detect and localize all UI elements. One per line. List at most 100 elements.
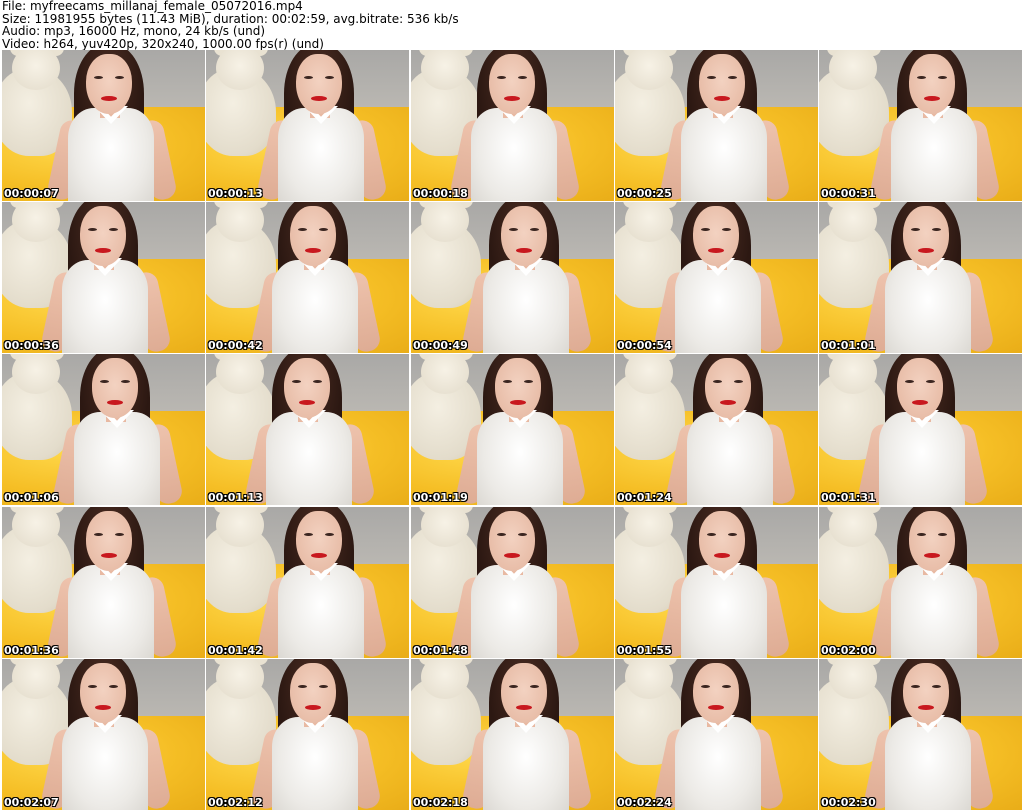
person-eye xyxy=(911,685,920,688)
person-eye xyxy=(100,380,109,383)
thumbnail-timestamp: 00:01:13 xyxy=(208,491,263,504)
person-eye xyxy=(707,533,716,536)
file-name-line: File: myfreecams_millanaj_female_0507201… xyxy=(2,0,303,13)
person-face xyxy=(909,54,955,114)
video-thumbnail: 00:00:31 xyxy=(819,50,1022,201)
thumbnail-timestamp: 00:02:30 xyxy=(821,796,876,809)
video-thumbnail: 00:02:07 xyxy=(2,659,205,810)
thumbnail-timestamp: 00:00:36 xyxy=(4,339,59,352)
video-thumbnail: 00:01:31 xyxy=(819,354,1022,505)
person-eye xyxy=(926,380,935,383)
person-eye xyxy=(497,533,506,536)
thumbnail-timestamp: 00:02:00 xyxy=(821,644,876,657)
person-eye xyxy=(530,685,539,688)
person-face xyxy=(705,358,751,418)
red-lips xyxy=(101,96,117,101)
file-info-header: File: myfreecams_millanaj_female_0507201… xyxy=(2,0,1022,50)
thumbnail-timestamp: 00:00:54 xyxy=(617,339,672,352)
person-eye xyxy=(701,685,710,688)
person-face xyxy=(489,54,535,114)
thumbnail-timestamp: 00:00:13 xyxy=(208,187,263,200)
thumbnail-timestamp: 00:01:36 xyxy=(4,644,59,657)
person-eye xyxy=(938,76,947,79)
video-thumbnail: 00:00:07 xyxy=(2,50,205,201)
person-eye xyxy=(701,228,710,231)
thumbnail-timestamp: 00:00:07 xyxy=(4,187,59,200)
video-thumbnail: 00:00:25 xyxy=(615,50,818,201)
red-lips xyxy=(918,705,934,710)
person-face xyxy=(909,511,955,571)
person-face xyxy=(903,206,949,266)
thumbnail-timestamp: 00:01:06 xyxy=(4,491,59,504)
person-eye xyxy=(728,76,737,79)
thumbnail-timestamp: 00:02:12 xyxy=(208,796,263,809)
red-lips xyxy=(720,400,736,405)
person-face xyxy=(284,358,330,418)
video-thumbnail: 00:01:42 xyxy=(206,507,409,658)
contact-sheet: File: myfreecams_millanaj_female_0507201… xyxy=(0,0,1024,811)
video-thumbnail: 00:02:30 xyxy=(819,659,1022,810)
red-lips xyxy=(504,96,520,101)
person-eye xyxy=(497,76,506,79)
person-face xyxy=(699,511,745,571)
person-face xyxy=(296,511,342,571)
video-thumbnail: 00:01:48 xyxy=(411,507,614,658)
thumbnail-timestamp: 00:00:25 xyxy=(617,187,672,200)
red-lips xyxy=(708,248,724,253)
person-eye xyxy=(728,533,737,536)
video-thumbnail: 00:00:49 xyxy=(411,202,614,353)
video-thumbnail: 00:00:54 xyxy=(615,202,818,353)
person-face xyxy=(693,206,739,266)
person-eye xyxy=(304,533,313,536)
red-lips xyxy=(924,96,940,101)
thumbnail-timestamp: 00:00:49 xyxy=(413,339,468,352)
video-thumbnail: 00:01:36 xyxy=(2,507,205,658)
person-face xyxy=(501,663,547,723)
person-face xyxy=(489,511,535,571)
thumbnail-timestamp: 00:01:42 xyxy=(208,644,263,657)
person-eye xyxy=(713,380,722,383)
thumbnail-timestamp: 00:00:31 xyxy=(821,187,876,200)
thumbnail-timestamp: 00:02:18 xyxy=(413,796,468,809)
person-eye xyxy=(319,685,328,688)
red-lips xyxy=(714,96,730,101)
person-eye xyxy=(88,685,97,688)
person-eye xyxy=(524,380,533,383)
person-face xyxy=(903,663,949,723)
video-thumbnail: 00:00:42 xyxy=(206,202,409,353)
video-thumbnail: 00:02:18 xyxy=(411,659,614,810)
person-face xyxy=(290,663,336,723)
red-lips xyxy=(305,248,321,253)
person-face xyxy=(290,206,336,266)
thumbnail-grid: 00:00:07 00:00:13 00:00:18 00:00:25 00:00:31… xyxy=(2,50,1022,810)
thumbnail-timestamp: 00:01:55 xyxy=(617,644,672,657)
video-thumbnail: 00:01:24 xyxy=(615,354,818,505)
video-thumbnail: 00:01:01 xyxy=(819,202,1022,353)
person-eye xyxy=(319,228,328,231)
person-eye xyxy=(313,380,322,383)
video-thumbnail: 00:00:36 xyxy=(2,202,205,353)
person-eye xyxy=(911,228,920,231)
video-thumbnail: 00:01:13 xyxy=(206,354,409,505)
video-thumbnail: 00:01:19 xyxy=(411,354,614,505)
person-eye xyxy=(325,76,334,79)
video-thumbnail: 00:02:12 xyxy=(206,659,409,810)
person-eye xyxy=(938,533,947,536)
red-lips xyxy=(305,705,321,710)
person-face xyxy=(86,54,132,114)
thumbnail-timestamp: 00:01:48 xyxy=(413,644,468,657)
person-face xyxy=(86,511,132,571)
person-eye xyxy=(917,533,926,536)
person-face xyxy=(693,663,739,723)
person-eye xyxy=(325,533,334,536)
thumbnail-timestamp: 00:01:01 xyxy=(821,339,876,352)
audio-info-line: Audio: mp3, 16000 Hz, mono, 24 kb/s (und… xyxy=(2,24,266,38)
person-eye xyxy=(707,76,716,79)
person-eye xyxy=(94,533,103,536)
red-lips xyxy=(918,248,934,253)
person-eye xyxy=(121,380,130,383)
person-face xyxy=(296,54,342,114)
red-lips xyxy=(101,553,117,558)
person-eye xyxy=(298,685,307,688)
video-thumbnail: 00:02:24 xyxy=(615,659,818,810)
